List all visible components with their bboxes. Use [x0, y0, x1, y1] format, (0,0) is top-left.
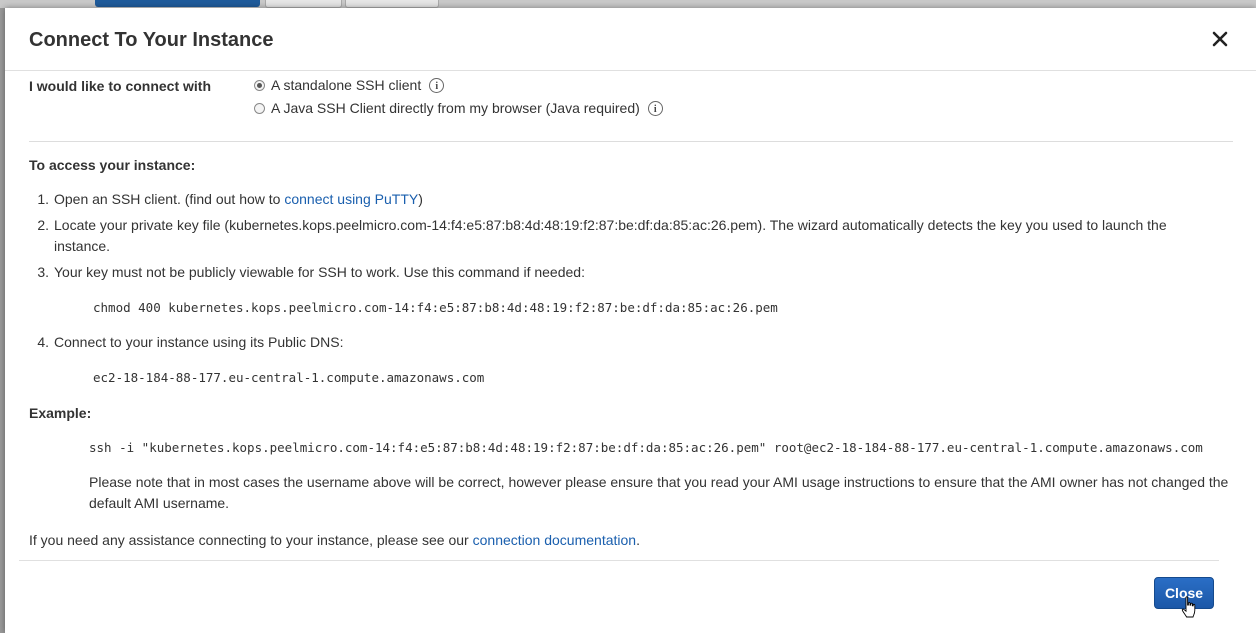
public-dns: ec2-18-184-88-177.eu-central-1.compute.a…	[93, 370, 485, 385]
option-label: A standalone SSH client	[271, 77, 422, 93]
example-heading: Example:	[29, 405, 92, 421]
help-text-prefix: If you need any assistance connecting to…	[29, 532, 469, 548]
info-icon[interactable]: i	[429, 77, 445, 93]
option-label: A Java SSH Client directly from my brows…	[271, 100, 640, 116]
option-standalone-ssh[interactable]: A standalone SSH client i	[254, 77, 445, 93]
access-heading: To access your instance:	[29, 157, 196, 173]
step-3: 3. Your key must not be publicly viewabl…	[37, 262, 1219, 283]
step-number: 4.	[37, 334, 49, 350]
dialog-title: Connect To Your Instance	[29, 29, 274, 51]
ami-username-note: Please note that in most cases the usern…	[89, 474, 1229, 511]
step-4: 4. Connect to your instance using its Pu…	[37, 332, 1219, 353]
step-number: 3.	[37, 264, 49, 280]
step-text: Connect to your instance using its Publi…	[54, 334, 344, 350]
chmod-command: chmod 400 kubernetes.kops.peelmicro.com-…	[93, 300, 778, 315]
help-text-suffix: .	[636, 532, 640, 548]
connect-using-putty-link[interactable]: connect using PuTTY	[284, 191, 418, 207]
option-java-ssh[interactable]: A Java SSH Client directly from my brows…	[254, 100, 663, 116]
ssh-example-command: ssh -i "kubernetes.kops.peelmicro.com-14…	[89, 440, 1203, 455]
step-text-after: )	[418, 191, 423, 207]
help-text: If you need any assistance connecting to…	[29, 532, 640, 548]
step-2: 2. Locate your private key file (kuberne…	[37, 215, 1219, 257]
background-actions-button	[345, 0, 439, 8]
connection-documentation-link[interactable]: connection documentation	[473, 532, 636, 548]
step-number: 2.	[37, 217, 49, 233]
connect-dialog: Connect To Your Instance I would like to…	[5, 8, 1256, 633]
footer-divider	[19, 560, 1219, 561]
background-launch-instance-button	[95, 0, 260, 7]
info-icon[interactable]: i	[647, 100, 663, 116]
step-text: Your key must not be publicly viewable f…	[54, 264, 585, 280]
step-number: 1.	[37, 191, 49, 207]
close-x-glyph	[1212, 31, 1228, 47]
radio-java-ssh[interactable]	[254, 102, 265, 114]
hand-cursor-icon	[1181, 596, 1196, 618]
close-icon[interactable]	[1210, 30, 1230, 50]
connect-with-label: I would like to connect with	[29, 78, 212, 94]
step-text: Open an SSH client. (find out how to	[54, 191, 281, 207]
step-text: Locate your private key file (kubernetes…	[54, 217, 1167, 254]
dialog-header: Connect To Your Instance	[5, 8, 1256, 71]
step-1: 1. Open an SSH client. (find out how to …	[37, 189, 1219, 210]
divider	[29, 141, 1233, 142]
radio-standalone-ssh[interactable]	[254, 79, 265, 91]
background-connect-button	[265, 0, 342, 8]
